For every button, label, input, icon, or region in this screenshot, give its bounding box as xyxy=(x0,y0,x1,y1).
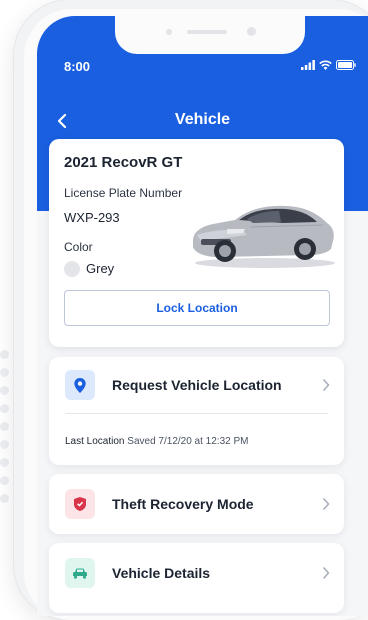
chevron-right-icon xyxy=(322,378,330,392)
vehicle-details-label: Vehicle Details xyxy=(112,565,211,581)
vehicle-details-row[interactable]: Vehicle Details xyxy=(49,545,344,601)
chevron-right-icon xyxy=(322,497,330,511)
color-value: Grey xyxy=(86,261,115,276)
page-title: Vehicle xyxy=(174,111,231,128)
vehicle-card: 2021 RecovR GT License Plate Number WXP-… xyxy=(49,139,344,347)
decorative-dots xyxy=(0,350,14,510)
request-location-row[interactable]: Request Vehicle Location xyxy=(49,357,344,413)
shield-icon xyxy=(65,489,95,519)
last-location-text: Last Location Saved 7/12/20 at 12:32 PM xyxy=(65,436,248,447)
car-icon xyxy=(65,558,95,588)
theft-recovery-label: Theft Recovery Mode xyxy=(112,496,254,512)
request-location-card: Request Vehicle Location Last Location S… xyxy=(49,357,344,465)
status-time: 8:00 xyxy=(64,59,91,74)
vehicle-name: 2021 RecovR GT xyxy=(64,154,183,171)
request-location-label: Request Vehicle Location xyxy=(112,377,282,393)
vehicle-details-card[interactable]: Vehicle Details xyxy=(49,543,344,613)
car-image xyxy=(193,205,335,268)
status-icons xyxy=(301,60,356,70)
divider xyxy=(65,413,328,414)
chevron-right-icon xyxy=(322,566,330,580)
wifi-icon xyxy=(319,60,332,70)
color-label: Color xyxy=(64,240,93,254)
location-pin-icon xyxy=(65,370,95,400)
phone-notch xyxy=(115,16,305,54)
lock-location-button[interactable]: Lock Location xyxy=(64,290,330,326)
last-location-value: Saved 7/12/20 at 12:32 PM xyxy=(127,436,249,447)
last-location-label: Last Location xyxy=(65,436,125,447)
color-swatch xyxy=(64,261,80,277)
theft-recovery-card[interactable]: Theft Recovery Mode xyxy=(49,474,344,534)
app-screen: 8:00 Vehicle 2021 RecovR GT License Plat… xyxy=(37,16,368,616)
plate-label: License Plate Number xyxy=(64,186,183,200)
plate-value: WXP-293 xyxy=(64,210,120,225)
signal-icon xyxy=(301,60,315,70)
theft-recovery-row[interactable]: Theft Recovery Mode xyxy=(49,476,344,532)
battery-icon xyxy=(336,60,356,70)
